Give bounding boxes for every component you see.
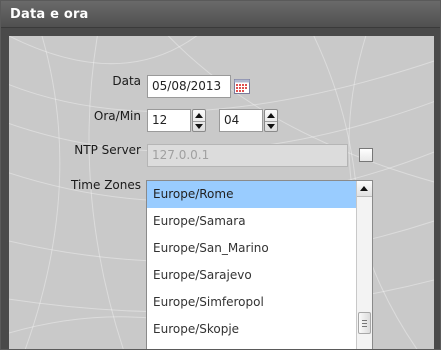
timezones-label: Time Zones [71,178,141,192]
minute-stepper[interactable] [264,109,278,132]
ntp-label: NTP Server [74,143,141,157]
timezone-list[interactable]: Europe/Rome Europe/Samara Europe/San_Mar… [146,180,373,349]
time-label: Ora/Min [93,109,141,123]
timezone-scrollbar[interactable] [356,181,372,349]
window-titlebar: Data e ora [1,1,440,28]
list-item[interactable]: Europe/San_Marino [147,235,357,262]
hour-decrement-icon[interactable] [193,121,205,131]
date-label: Data [112,74,141,88]
minute-field[interactable]: 04 [219,109,263,132]
list-item[interactable]: Europe/Samara [147,208,357,235]
minute-decrement-icon[interactable] [265,121,277,131]
scroll-up-icon[interactable] [357,181,372,197]
hour-increment-icon[interactable] [193,110,205,120]
calendar-icon[interactable] [234,79,250,94]
hour-field[interactable]: 12 [147,109,191,132]
scroll-thumb[interactable] [358,312,371,334]
hour-stepper[interactable] [192,109,206,132]
list-item[interactable]: Europe/Simferopol [147,289,357,316]
minute-increment-icon[interactable] [265,110,277,120]
ntp-enable-checkbox[interactable] [359,148,373,162]
date-field[interactable]: 05/08/2013 [147,75,231,98]
list-item[interactable]: Europe/Rome [147,181,357,208]
list-item[interactable]: Europe/Skopje [147,316,357,343]
window-title: Data e ora [10,7,89,22]
window-frame: Data e ora Data 05/08/2013 Ora/Min 12 04… [0,0,441,350]
list-item[interactable]: Europe/Sarajevo [147,262,357,289]
ntp-server-field[interactable]: 127.0.0.1 [147,144,348,167]
